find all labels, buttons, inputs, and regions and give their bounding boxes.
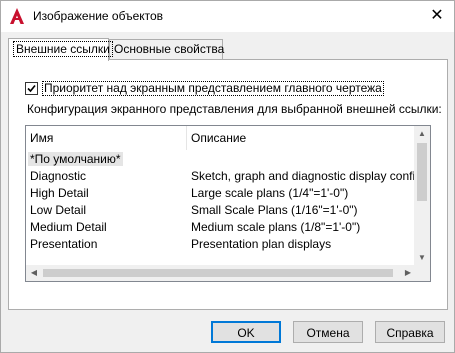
- list-header: Имя Описание: [26, 126, 416, 150]
- list-item-name: High Detail: [30, 186, 89, 200]
- list-item[interactable]: Low Detail Small Scale Plans (1/16"=1'-0…: [26, 202, 416, 219]
- list-item-description: [191, 151, 416, 168]
- cancel-button[interactable]: Отмена: [293, 321, 363, 343]
- autocad-logo-icon: [9, 7, 25, 25]
- list-item-name: Presentation: [30, 237, 98, 251]
- priority-checkbox-label[interactable]: Приоритет над экранным представлением гл…: [42, 81, 384, 96]
- ok-button[interactable]: OK: [211, 321, 281, 343]
- tab-strip: Внешние ссылки Основные свойства: [8, 38, 448, 61]
- list-item[interactable]: Diagnostic Sketch, graph and diagnostic …: [26, 168, 416, 185]
- list-item-description: Medium scale plans (1/8"=1'-0"): [191, 220, 361, 234]
- window-title: Изображение объектов: [33, 9, 164, 23]
- list-item-name: *По умолчанию*: [28, 152, 123, 166]
- help-button[interactable]: Справка: [375, 321, 445, 343]
- column-header-description[interactable]: Описание: [187, 126, 416, 150]
- list-body: *По умолчанию* Diagnostic Sketch, graph …: [26, 150, 416, 266]
- list-item[interactable]: Medium Detail Medium scale plans (1/8"=1…: [26, 219, 416, 236]
- tab-external-references[interactable]: Внешние ссылки: [8, 38, 113, 61]
- priority-checkbox[interactable]: [25, 82, 38, 95]
- horizontal-scroll-thumb[interactable]: [43, 269, 393, 277]
- scrollbar-corner: [414, 265, 430, 281]
- dialog-window: Изображение объектов ✕ Внешние ссылки Ос…: [0, 0, 455, 353]
- vertical-scroll-thumb[interactable]: [417, 143, 427, 201]
- config-section-label: Конфигурация экранного представления для…: [27, 102, 442, 116]
- list-item-name: Medium Detail: [30, 220, 107, 234]
- vertical-scrollbar[interactable]: ▲ ▼: [414, 126, 430, 266]
- tab-label: Внешние ссылки: [13, 41, 113, 57]
- list-item[interactable]: High Detail Large scale plans (1/4"=1'-0…: [26, 185, 416, 202]
- list-item-description: Sketch, graph and diagnostic display con…: [191, 169, 416, 183]
- list-item[interactable]: *По умолчанию*: [26, 151, 416, 168]
- checkmark-icon: [27, 84, 36, 93]
- display-config-list[interactable]: Имя Описание *По умолчанию* Diagnostic S…: [25, 125, 431, 282]
- scroll-left-icon[interactable]: ◀: [26, 265, 42, 281]
- tab-panel: Приоритет над экранным представлением гл…: [8, 59, 448, 310]
- tab-label: Основные свойства: [114, 42, 225, 56]
- list-item-description: Large scale plans (1/4"=1'-0"): [191, 186, 349, 200]
- scroll-down-icon[interactable]: ▼: [414, 250, 430, 266]
- column-header-name[interactable]: Имя: [26, 126, 186, 150]
- tab-general-properties[interactable]: Основные свойства: [109, 39, 225, 60]
- list-item-description: Presentation plan displays: [191, 237, 332, 251]
- list-item-description: Small Scale Plans (1/16"=1'-0"): [191, 203, 358, 217]
- list-item[interactable]: Presentation Presentation plan displays: [26, 236, 416, 253]
- list-item-name: Low Detail: [30, 203, 87, 217]
- horizontal-scrollbar[interactable]: ◀ ▶: [26, 265, 416, 281]
- list-item-name: Diagnostic: [30, 169, 87, 183]
- title-bar: Изображение объектов ✕: [1, 1, 454, 32]
- scroll-up-icon[interactable]: ▲: [414, 126, 430, 142]
- close-icon[interactable]: ✕: [428, 7, 446, 25]
